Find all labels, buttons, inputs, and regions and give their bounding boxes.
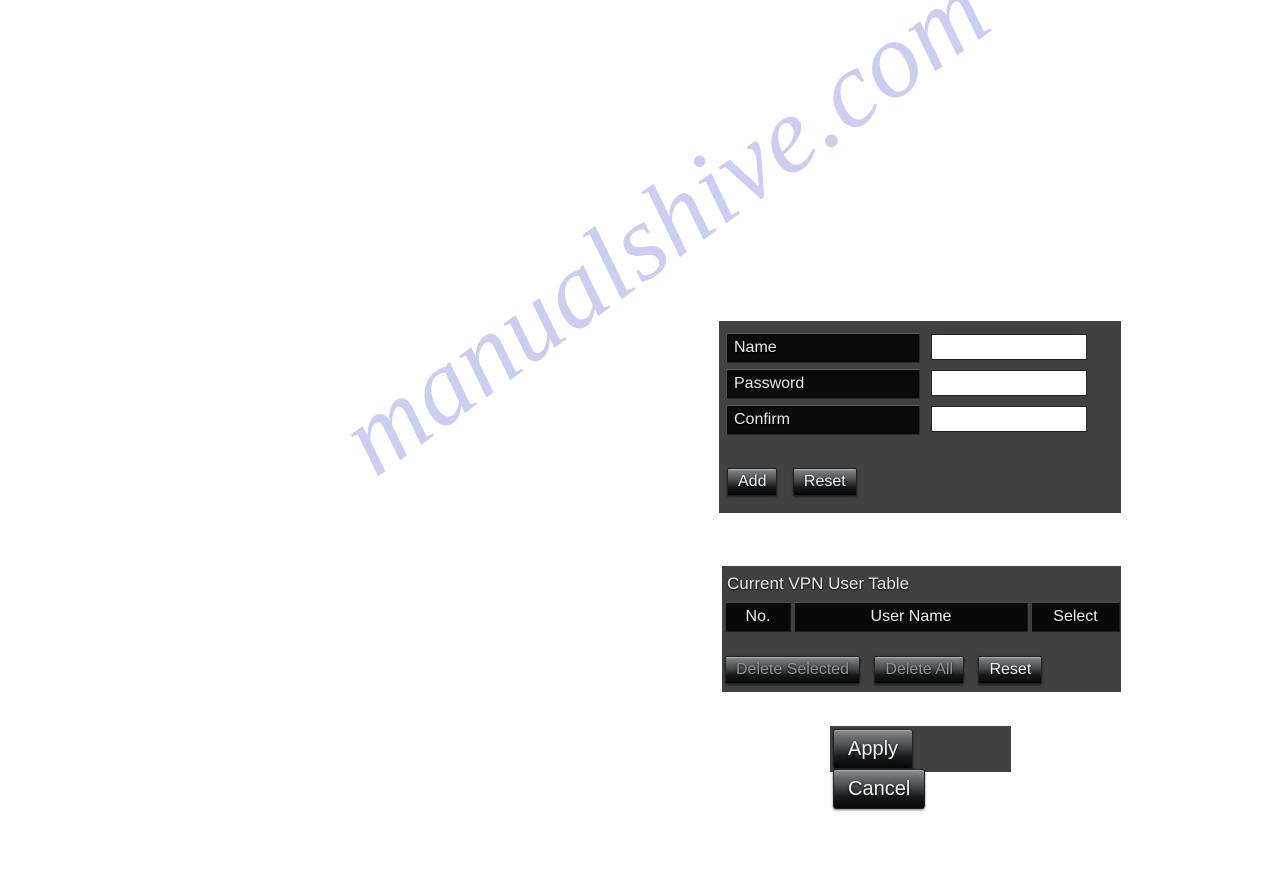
column-header-no: No.: [725, 602, 791, 632]
delete-selected-button[interactable]: Delete Selected: [725, 656, 860, 684]
name-input[interactable]: [931, 334, 1087, 360]
password-label: Password: [726, 369, 920, 399]
form-row-name: Name: [719, 333, 1121, 363]
name-label: Name: [726, 333, 920, 363]
vpn-user-table-title: Current VPN User Table: [727, 574, 910, 593]
column-header-select: Select: [1031, 602, 1120, 632]
password-input[interactable]: [931, 370, 1087, 396]
vpn-user-table-panel: Current VPN User Table No. User Name Sel…: [722, 566, 1121, 692]
table-reset-button[interactable]: Reset: [978, 656, 1043, 684]
cancel-button[interactable]: Cancel: [833, 769, 926, 809]
add-form-reset-button[interactable]: Reset: [792, 468, 857, 496]
vpn-user-table-actions: Delete Selected Delete All Reset: [725, 656, 1052, 684]
add-user-actions: Add Reset: [727, 468, 868, 496]
footer-action-bar: Apply Cancel: [830, 726, 1011, 809]
apply-button[interactable]: Apply: [833, 729, 914, 769]
add-button[interactable]: Add: [727, 468, 778, 496]
column-header-user-name: User Name: [794, 602, 1028, 632]
confirm-input[interactable]: [931, 406, 1087, 432]
vpn-user-table-header-row: No. User Name Select: [725, 602, 1120, 632]
form-row-confirm: Confirm: [719, 405, 1121, 435]
confirm-label: Confirm: [726, 405, 920, 435]
delete-all-button[interactable]: Delete All: [874, 656, 965, 684]
form-row-password: Password: [719, 369, 1121, 399]
